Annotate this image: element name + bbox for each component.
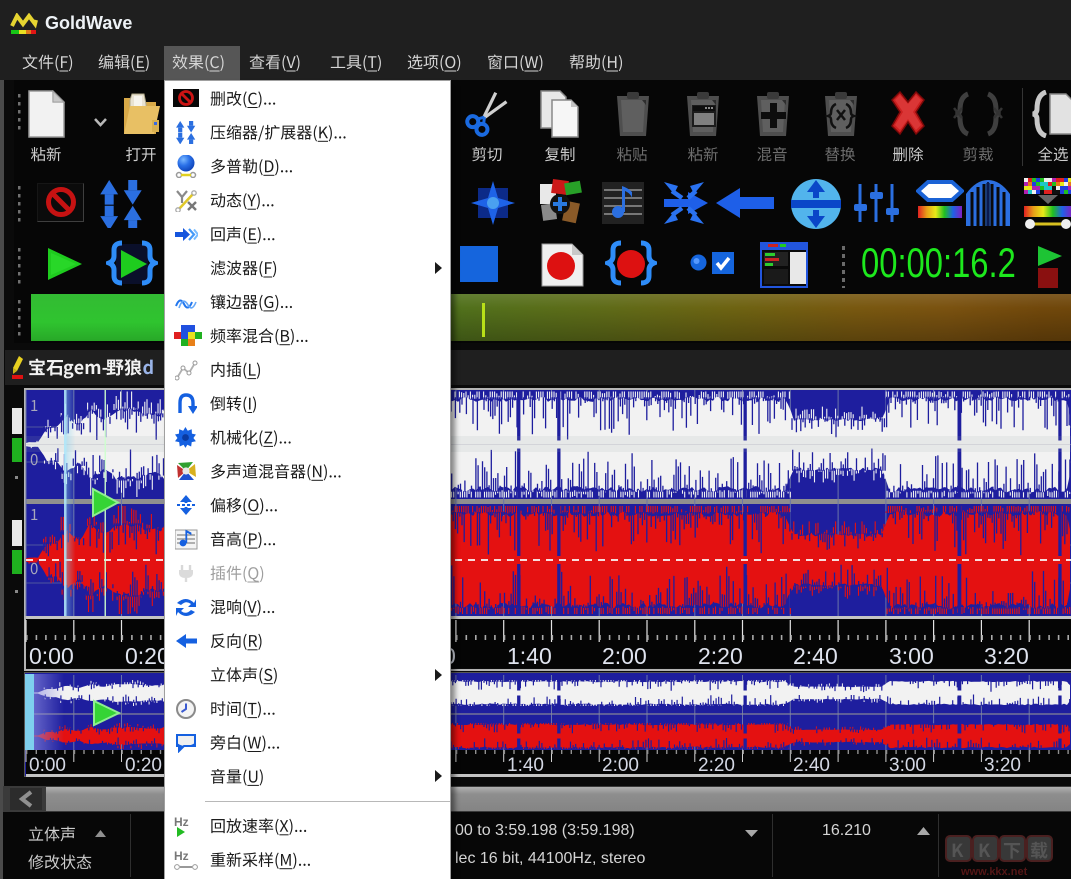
svg-text:Hz: Hz — [174, 815, 189, 829]
svg-text:Hz: Hz — [174, 849, 189, 863]
